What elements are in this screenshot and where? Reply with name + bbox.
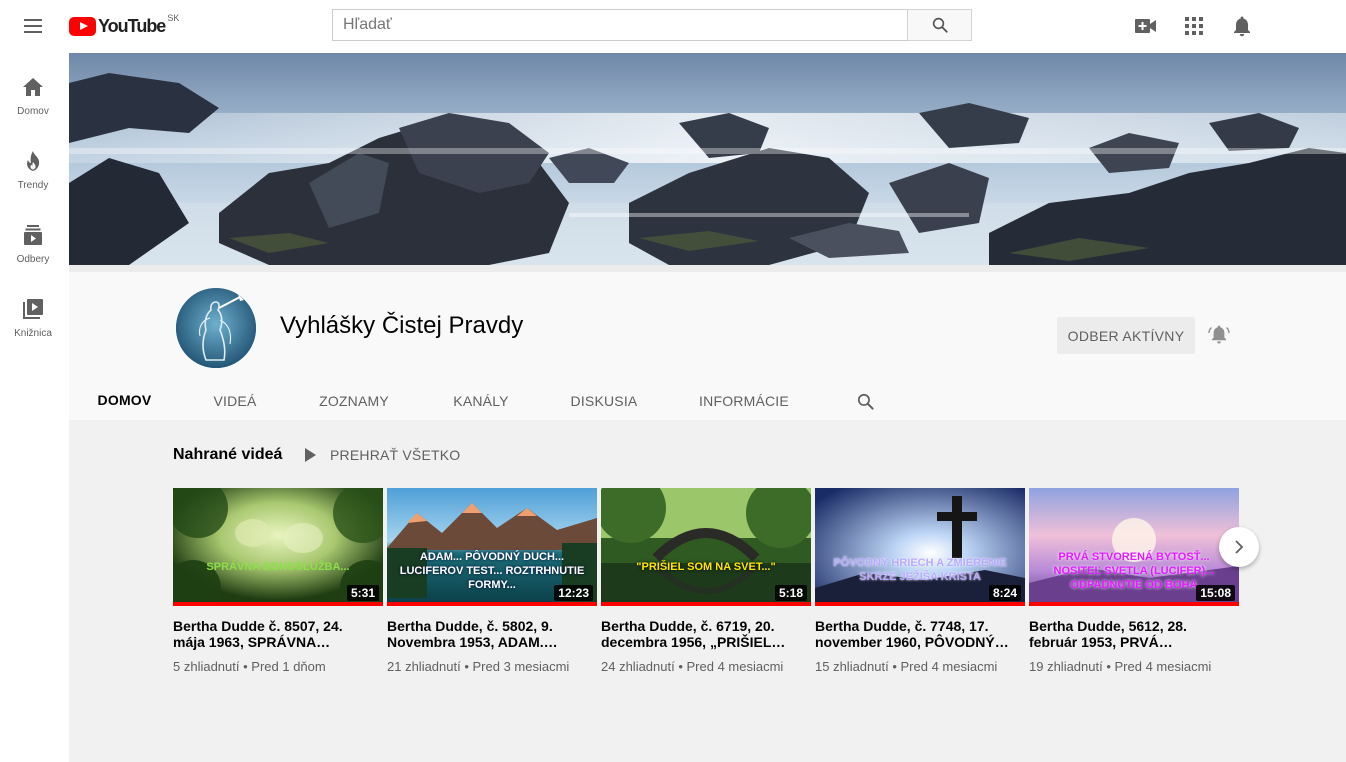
flame-icon <box>27 151 40 171</box>
apps-grid-icon <box>1185 17 1203 35</box>
video-duration: 15:08 <box>1196 585 1235 601</box>
watched-progress-bar <box>815 602 1025 606</box>
video-meta: 15 zhliadnutí • Pred 4 mesiacmi <box>815 659 998 674</box>
sidebar-item-trending[interactable]: Trendy <box>0 127 66 197</box>
banner-image <box>69 53 1346 265</box>
left-sidebar: Domov Trendy Odbery Knižnica <box>0 53 69 762</box>
video-title[interactable]: Bertha Dudde, č. 7748, 17. november 1960… <box>815 618 1025 650</box>
video-card[interactable]: PRVÁ STVORENÁ BYTOSŤ... NOSITEĽ SVETLA (… <box>1029 488 1239 674</box>
sidebar-item-library[interactable]: Knižnica <box>0 275 66 345</box>
video-duration: 5:31 <box>346 585 379 601</box>
video-thumbnail[interactable]: PRVÁ STVORENÁ BYTOSŤ... NOSITEĽ SVETLA (… <box>1029 488 1239 606</box>
video-card[interactable]: SPRÁVNA BOHOSLUŽBA... 5:31 Bertha Dudde … <box>173 488 383 674</box>
video-duration: 8:24 <box>988 585 1021 601</box>
video-title[interactable]: Bertha Dudde č. 8507, 24. mája 1963, SPR… <box>173 618 383 650</box>
video-title[interactable]: Bertha Dudde, č. 5802, 9. Novembra 1953,… <box>387 618 597 650</box>
channel-content: Nahrané videá PREHRAŤ VŠETKO SPRÁVNA BOH… <box>69 420 1346 762</box>
thumbnail-caption: "PRIŠIEL SOM NA SVET..." <box>636 561 776 573</box>
video-views: 15 zhliadnutí <box>815 659 889 674</box>
youtube-play-icon <box>69 16 96 36</box>
notifications-button[interactable] <box>1228 12 1256 40</box>
search-box <box>332 9 908 41</box>
top-header: YouTube SK <box>0 0 1346 53</box>
channel-search-button[interactable] <box>852 388 878 414</box>
video-age: Pred 1 dňom <box>251 659 326 674</box>
channel-title: Vyhlášky Čistej Pravdy <box>280 312 524 339</box>
library-icon <box>23 299 43 319</box>
sidebar-item-label: Trendy <box>17 180 49 191</box>
search-icon <box>932 17 948 33</box>
video-views: 21 zhliadnutí <box>387 659 461 674</box>
sidebar-item-home[interactable]: Domov <box>0 53 66 123</box>
subscribe-button[interactable]: ODBER AKTÍVNY <box>1057 317 1195 354</box>
video-thumbnail[interactable]: SPRÁVNA BOHOSLUŽBA... 5:31 <box>173 488 383 606</box>
youtube-channel-page: YouTube SK Domov Trendy Odbery <box>0 0 1346 762</box>
watched-progress-bar <box>601 602 811 606</box>
notification-bell-button[interactable] <box>1205 321 1233 349</box>
shelf-title[interactable]: Nahrané videá <box>173 446 282 464</box>
apps-button[interactable] <box>1180 12 1208 40</box>
video-title[interactable]: Bertha Dudde, č. 6719, 20. decembra 1956… <box>601 618 811 650</box>
video-age: Pred 4 mesiacmi <box>900 659 998 674</box>
video-age: Pred 4 mesiacmi <box>1114 659 1212 674</box>
video-meta: 19 zhliadnutí • Pred 4 mesiacmi <box>1029 659 1212 674</box>
search-input[interactable] <box>333 10 908 40</box>
play-all-label: PREHRAŤ VŠETKO <box>330 447 461 463</box>
bell-icon <box>1234 16 1250 36</box>
thumbnail-caption: SPRÁVNA BOHOSLUŽBA... <box>206 561 350 573</box>
create-video-button[interactable] <box>1132 12 1160 40</box>
video-age: Pred 4 mesiacmi <box>686 659 784 674</box>
video-thumbnail[interactable]: "PRIŠIEL SOM NA SVET..." 5:18 <box>601 488 811 606</box>
thumbnail-caption: PÔVODNÝ HRIECH A ZMIERENIE SKRZE JEŽIŠA … <box>833 557 1007 583</box>
watched-progress-bar <box>387 602 597 606</box>
video-views: 24 zhliadnutí <box>601 659 675 674</box>
video-views: 19 zhliadnutí <box>1029 659 1103 674</box>
sidebar-item-label: Odbery <box>16 254 50 265</box>
search-icon <box>857 393 874 410</box>
video-camera-add-icon <box>1135 19 1156 33</box>
video-card[interactable]: "PRIŠIEL SOM NA SVET..." 5:18 Bertha Dud… <box>601 488 811 674</box>
menu-icon[interactable] <box>18 13 48 39</box>
video-duration: 12:23 <box>554 585 593 601</box>
logo-country-code: SK <box>167 13 180 23</box>
watched-progress-bar <box>1029 602 1239 606</box>
bell-ringing-icon <box>1208 325 1230 344</box>
video-meta: 21 zhliadnutí • Pred 3 mesiacmi <box>387 659 570 674</box>
angel-trumpet-icon <box>176 288 256 368</box>
channel-avatar[interactable] <box>176 288 256 368</box>
video-views: 5 zhliadnutí <box>173 659 240 674</box>
play-all-button[interactable]: PREHRAŤ VŠETKO <box>305 445 460 465</box>
watched-progress-bar <box>173 602 383 606</box>
home-icon <box>23 78 43 96</box>
chevron-right-icon <box>1235 540 1244 554</box>
sidebar-item-label: Knižnica <box>14 328 52 339</box>
youtube-logo[interactable]: YouTube SK <box>69 13 180 38</box>
video-card[interactable]: PÔVODNÝ HRIECH A ZMIERENIE SKRZE JEŽIŠA … <box>815 488 1025 674</box>
sidebar-item-label: Domov <box>17 106 49 117</box>
logo-text: YouTube <box>98 15 166 36</box>
channel-banner <box>69 53 1346 265</box>
video-meta: 24 zhliadnutí • Pred 4 mesiacmi <box>601 659 784 674</box>
sidebar-item-subscriptions[interactable]: Odbery <box>0 201 66 271</box>
subscriptions-icon <box>24 225 42 245</box>
shelf-next-button[interactable] <box>1219 527 1259 567</box>
video-meta: 5 zhliadnutí • Pred 1 dňom <box>173 659 326 674</box>
search-button[interactable] <box>907 9 972 41</box>
video-age: Pred 3 mesiacmi <box>472 659 570 674</box>
video-title[interactable]: Bertha Dudde, 5612, 28. február 1953, PR… <box>1029 618 1239 650</box>
video-card[interactable]: ADAM... PÔVODNÝ DUCH... LUCIFEROV TEST..… <box>387 488 597 674</box>
video-thumbnail[interactable]: ADAM... PÔVODNÝ DUCH... LUCIFEROV TEST..… <box>387 488 597 606</box>
video-duration: 5:18 <box>774 585 807 601</box>
channel-header: Vyhlášky Čistej Pravdy ODBER AKTÍVNY DOM… <box>69 265 1346 427</box>
video-thumbnail[interactable]: PÔVODNÝ HRIECH A ZMIERENIE SKRZE JEŽIŠA … <box>815 488 1025 606</box>
play-icon <box>305 448 316 462</box>
